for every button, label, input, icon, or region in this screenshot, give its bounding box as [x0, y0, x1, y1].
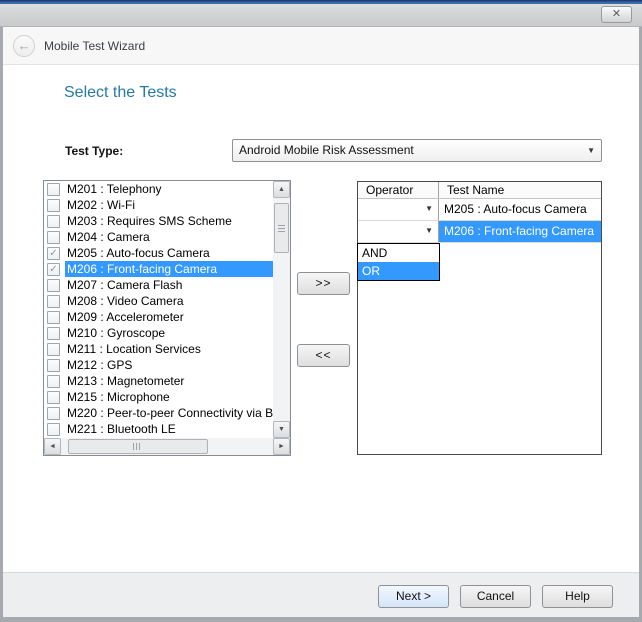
test-label: M221 : Bluetooth LE	[65, 421, 273, 437]
test-name-column-header[interactable]: Test Name	[439, 182, 601, 198]
test-list-item[interactable]: M220 : Peer-to-peer Connectivity via Blu…	[44, 405, 273, 421]
unchecked-checkbox-icon[interactable]	[47, 359, 60, 372]
test-label: M204 : Camera	[65, 229, 273, 245]
test-list-item[interactable]: ✓ M206 : Front-facing Camera	[44, 261, 273, 277]
unchecked-checkbox-icon[interactable]	[47, 375, 60, 388]
test-list-item[interactable]: M204 : Camera	[44, 229, 273, 245]
test-label: M213 : Magnetometer	[65, 373, 273, 389]
unchecked-checkbox-icon[interactable]	[47, 279, 60, 292]
checked-checkbox-icon[interactable]: ✓	[47, 247, 60, 260]
test-label: M211 : Location Services	[65, 341, 273, 357]
help-button[interactable]: Help	[542, 585, 613, 608]
back-button[interactable]: ←	[13, 35, 35, 57]
operator-column-header[interactable]: Operator	[358, 182, 439, 198]
test-list-item[interactable]: M203 : Requires SMS Scheme	[44, 213, 273, 229]
selected-test-name[interactable]: M206 : Front-facing Camera	[439, 221, 601, 243]
test-list-item[interactable]: M209 : Accelerometer	[44, 309, 273, 325]
selected-tests-rows: ▼ M205 : Auto-focus Camera ▼ M206 : Front-f…	[358, 199, 601, 243]
selected-tests-header: Operator Test Name	[358, 182, 601, 199]
checked-checkbox-icon[interactable]: ✓	[47, 263, 60, 276]
operator-combobox[interactable]: ▼	[358, 221, 439, 243]
chevron-down-icon: ▼	[425, 221, 433, 241]
add-tests-button[interactable]: >>	[297, 272, 350, 295]
scroll-down-icon[interactable]: ▼	[273, 421, 290, 438]
test-label: M205 : Auto-focus Camera	[65, 245, 273, 261]
unchecked-checkbox-icon[interactable]	[47, 231, 60, 244]
test-label: M207 : Camera Flash	[65, 277, 273, 293]
wizard-footer: Next > Cancel Help	[3, 572, 639, 617]
test-list-item[interactable]: M211 : Location Services	[44, 341, 273, 357]
unchecked-checkbox-icon[interactable]	[47, 215, 60, 228]
unchecked-checkbox-icon[interactable]	[47, 327, 60, 340]
scroll-up-icon[interactable]: ▲	[273, 181, 290, 198]
test-list-item[interactable]: M215 : Microphone	[44, 389, 273, 405]
selected-tests-table: Operator Test Name ▼ M205 : Auto-focus Ca…	[357, 181, 602, 455]
cancel-button[interactable]: Cancel	[460, 585, 531, 608]
test-label: M202 : Wi-Fi	[65, 197, 273, 213]
wizard-client-area: ← Mobile Test Wizard Select the Tests Te…	[3, 27, 639, 617]
test-type-label: Test Type:	[65, 144, 123, 158]
unchecked-checkbox-icon[interactable]	[47, 183, 60, 196]
test-list-item[interactable]: M221 : Bluetooth LE	[44, 421, 273, 437]
vertical-scrollbar[interactable]: ▲ ▼	[273, 181, 290, 438]
test-list-item[interactable]: M210 : Gyroscope	[44, 325, 273, 341]
page-heading: Select the Tests	[64, 84, 177, 102]
test-label: M203 : Requires SMS Scheme	[65, 213, 273, 229]
unchecked-checkbox-icon[interactable]	[47, 391, 60, 404]
operator-combobox[interactable]: ▼	[358, 199, 439, 221]
test-label: M206 : Front-facing Camera	[65, 261, 273, 277]
test-list-item[interactable]: M212 : GPS	[44, 357, 273, 373]
test-label: M220 : Peer-to-peer Connectivity via Blu…	[65, 405, 273, 421]
vertical-scrollbar-thumb[interactable]	[274, 203, 289, 253]
selected-test-row: ▼ M205 : Auto-focus Camera	[358, 199, 601, 221]
test-label: M210 : Gyroscope	[65, 325, 273, 341]
unchecked-checkbox-icon[interactable]	[47, 423, 60, 436]
available-tests-listbox: M201 : TelephonyM202 : Wi-FiM203 : Requi…	[43, 180, 291, 456]
scroll-right-icon[interactable]: ►	[273, 438, 290, 455]
test-label: M212 : GPS	[65, 357, 273, 373]
unchecked-checkbox-icon[interactable]	[47, 199, 60, 212]
test-label: M215 : Microphone	[65, 389, 273, 405]
wizard-title: Mobile Test Wizard	[44, 39, 145, 53]
test-type-combobox[interactable]: Android Mobile Risk Assessment ▼	[232, 139, 602, 162]
test-list-item[interactable]: ✓ M205 : Auto-focus Camera	[44, 245, 273, 261]
test-label: M208 : Video Camera	[65, 293, 273, 309]
test-list-item[interactable]: M207 : Camera Flash	[44, 277, 273, 293]
test-type-value: Android Mobile Risk Assessment	[239, 143, 414, 157]
selected-test-row: ▼ M206 : Front-facing Camera	[358, 221, 601, 243]
test-list-item[interactable]: M201 : Telephony	[44, 181, 273, 197]
operator-option[interactable]: AND	[358, 244, 439, 262]
unchecked-checkbox-icon[interactable]	[47, 343, 60, 356]
wizard-header: ← Mobile Test Wizard	[3, 27, 639, 65]
scroll-left-icon[interactable]: ◄	[44, 438, 61, 455]
test-list-item[interactable]: M213 : Magnetometer	[44, 373, 273, 389]
unchecked-checkbox-icon[interactable]	[47, 295, 60, 308]
titlebar[interactable]: ✕	[0, 4, 642, 27]
back-arrow-icon: ←	[18, 38, 31, 53]
chevron-down-icon: ▼	[587, 140, 595, 161]
horizontal-scrollbar[interactable]: ◄ ►	[44, 438, 290, 455]
mobile-test-wizard-window: ✕ ← Mobile Test Wizard Select the Tests …	[0, 0, 642, 622]
available-tests-rows: M201 : TelephonyM202 : Wi-FiM203 : Requi…	[44, 181, 273, 438]
operator-option[interactable]: OR	[358, 262, 439, 280]
horizontal-scrollbar-thumb[interactable]	[68, 439, 208, 454]
test-list-item[interactable]: M208 : Video Camera	[44, 293, 273, 309]
test-label: M209 : Accelerometer	[65, 309, 273, 325]
remove-tests-button[interactable]: <<	[297, 344, 350, 367]
close-icon[interactable]: ✕	[601, 6, 632, 23]
test-label: M201 : Telephony	[65, 181, 273, 197]
operator-dropdown-list: ANDOR	[357, 243, 440, 281]
chevron-down-icon: ▼	[425, 199, 433, 219]
selected-test-name[interactable]: M205 : Auto-focus Camera	[439, 199, 601, 221]
unchecked-checkbox-icon[interactable]	[47, 407, 60, 420]
test-list-item[interactable]: M202 : Wi-Fi	[44, 197, 273, 213]
window-bottom-frame	[0, 617, 642, 622]
unchecked-checkbox-icon[interactable]	[47, 311, 60, 324]
next-button[interactable]: Next >	[378, 585, 449, 608]
